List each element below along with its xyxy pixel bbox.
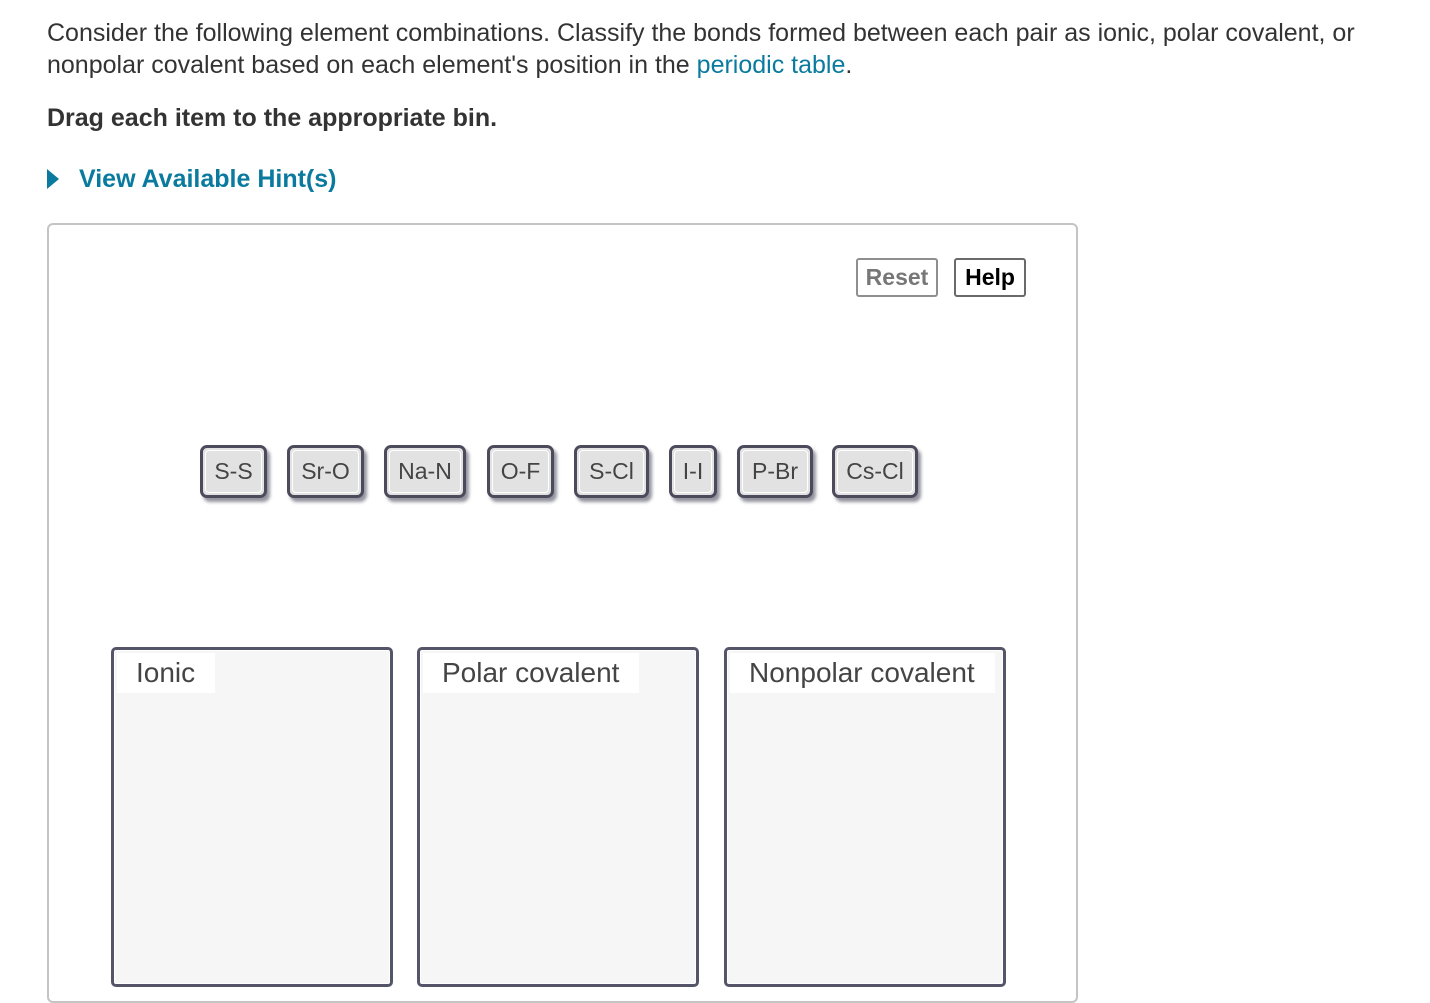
question-text: Consider the following element combinati… <box>47 17 1422 81</box>
reset-button[interactable]: Reset <box>856 258 938 297</box>
bin-nonpolar-covalent[interactable]: Nonpolar covalent <box>724 647 1006 987</box>
draggable-token-na-n[interactable]: Na-N <box>384 445 466 498</box>
help-button[interactable]: Help <box>954 258 1026 297</box>
draggable-token-s-s[interactable]: S-S <box>200 445 267 498</box>
bin-nonpolar-covalent-label: Nonpolar covalent <box>730 653 995 693</box>
bin-polar-covalent[interactable]: Polar covalent <box>417 647 699 987</box>
draggable-token-o-f[interactable]: O-F <box>487 445 554 498</box>
periodic-table-link[interactable]: periodic table <box>697 51 846 79</box>
draggable-token-s-cl[interactable]: S-Cl <box>574 445 649 498</box>
bin-polar-covalent-label: Polar covalent <box>423 653 640 693</box>
view-hints-toggle[interactable]: View Available Hint(s) <box>47 162 336 196</box>
caret-right-icon <box>47 169 59 189</box>
bin-ionic[interactable]: Ionic <box>111 647 393 987</box>
draggable-token-sr-o[interactable]: Sr-O <box>287 445 364 498</box>
bin-ionic-label: Ionic <box>117 653 216 693</box>
view-hints-label: View Available Hint(s) <box>79 164 337 193</box>
draggable-token-p-br[interactable]: P-Br <box>737 445 813 498</box>
instruction-text: Drag each item to the appropriate bin. <box>47 104 498 132</box>
draggable-token-cs-cl[interactable]: Cs-Cl <box>832 445 918 498</box>
draggable-token-i-i[interactable]: I-I <box>669 445 717 498</box>
question-end: . <box>845 51 853 79</box>
